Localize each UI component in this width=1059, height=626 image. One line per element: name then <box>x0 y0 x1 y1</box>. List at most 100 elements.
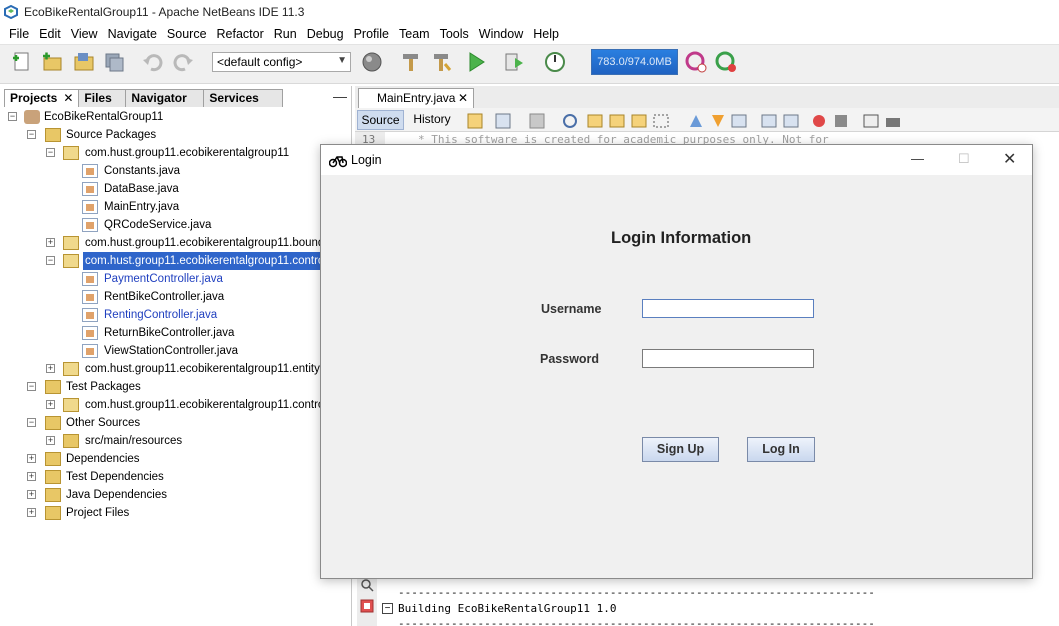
menu-help[interactable]: Help <box>528 27 564 41</box>
library-icon <box>45 452 61 466</box>
tree-item-package[interactable]: − com.hust.group11.ecobikerentalgroup11 <box>0 144 352 162</box>
tree-item-file[interactable]: Constants.java <box>0 162 352 180</box>
tree-item-file[interactable]: RentBikeController.java <box>0 288 352 306</box>
menu-refactor[interactable]: Refactor <box>212 27 269 41</box>
open-project-icon[interactable] <box>72 50 96 74</box>
save-all-icon[interactable] <box>102 50 126 74</box>
memory-indicator[interactable]: 783.0/974.0MB <box>591 49 678 75</box>
menu-navigate[interactable]: Navigate <box>103 27 162 41</box>
menu-run[interactable]: Run <box>269 27 302 41</box>
history-tab[interactable]: History <box>408 110 456 130</box>
menu-edit[interactable]: Edit <box>34 27 66 41</box>
stop-icon[interactable] <box>360 599 374 613</box>
collapse-icon[interactable]: − <box>46 256 55 265</box>
tree-item-file[interactable]: PaymentController.java <box>0 270 352 288</box>
tree-item-project[interactable]: − EcoBikeRentalGroup11 <box>0 108 352 126</box>
window-title: EcoBikeRentalGroup11 - Apache NetBeans I… <box>24 5 305 19</box>
tree-label: Project Files <box>66 507 130 519</box>
tree-item-package[interactable]: + com.hust.group11.ecobikerentalgroup11.… <box>0 396 352 414</box>
expand-icon[interactable]: + <box>46 400 55 409</box>
collapse-icon[interactable]: − <box>8 112 17 121</box>
tree-label: Java Dependencies <box>66 489 168 501</box>
username-input[interactable] <box>642 299 814 318</box>
expand-icon[interactable]: + <box>27 508 36 517</box>
tree-item-file[interactable]: MainEntry.java <box>0 198 352 216</box>
config-select[interactable]: <default config> ▼ <box>212 52 351 72</box>
tree-item-package-selected[interactable]: − com.hust.group11.ecobikerentalgroup11.… <box>0 252 352 270</box>
tree-item-test-dependencies[interactable]: + Test Dependencies <box>0 468 352 486</box>
tree-item-resources[interactable]: + src/main/resources <box>0 432 352 450</box>
stop-profiler-icon[interactable] <box>714 50 738 74</box>
java-file-icon <box>82 164 98 178</box>
tree-item-package[interactable]: + com.hust.group11.ecobikerentalgroup11.… <box>0 360 352 378</box>
maximize-icon[interactable]: ☐ <box>958 151 970 167</box>
menu-team[interactable]: Team <box>394 27 435 41</box>
tree-item-source-packages[interactable]: − Source Packages <box>0 126 352 144</box>
debug-icon[interactable] <box>503 50 527 74</box>
run-icon[interactable] <box>464 50 488 74</box>
tree-item-test-packages[interactable]: − Test Packages <box>0 378 352 396</box>
tree-item-project-files[interactable]: + Project Files <box>0 504 352 522</box>
editor-tab-mainentry[interactable]: MainEntry.java ✕ <box>358 88 474 108</box>
globe-icon[interactable] <box>360 50 384 74</box>
tree-label: ViewStationController.java <box>104 345 239 357</box>
password-input[interactable] <box>642 349 814 368</box>
tab-services[interactable]: Services <box>203 89 284 107</box>
login-dialog: Login — ☐ ✕ Login Information Username P… <box>320 144 1033 579</box>
package-icon <box>63 236 79 250</box>
tree-item-package[interactable]: + com.hust.group11.ecobikerentalgroup11.… <box>0 234 352 252</box>
search-icon[interactable] <box>360 578 374 592</box>
tab-navigator[interactable]: Navigator <box>125 89 205 107</box>
collapse-icon[interactable]: − <box>46 148 55 157</box>
gc-icon[interactable] <box>684 50 708 74</box>
menu-tools[interactable]: Tools <box>435 27 474 41</box>
menu-source[interactable]: Source <box>162 27 212 41</box>
editor-toolbar-icons[interactable] <box>466 112 906 130</box>
sign-up-button[interactable]: Sign Up <box>642 437 719 462</box>
close-icon[interactable]: ✕ <box>1003 149 1016 169</box>
tree-item-file[interactable]: DataBase.java <box>0 180 352 198</box>
expand-icon[interactable]: + <box>46 436 55 445</box>
redo-icon[interactable] <box>171 50 195 74</box>
undo-icon[interactable] <box>141 50 165 74</box>
close-icon[interactable]: ✕ <box>458 91 468 105</box>
collapse-icon[interactable]: − <box>27 130 36 139</box>
expand-icon[interactable]: + <box>27 454 36 463</box>
log-in-button[interactable]: Log In <box>747 437 815 462</box>
fold-icon[interactable]: − <box>382 603 393 614</box>
profile-icon[interactable] <box>543 50 567 74</box>
tree-item-file[interactable]: RentingController.java <box>0 306 352 324</box>
tree-item-file[interactable]: ReturnBikeController.java <box>0 324 352 342</box>
minimize-icon[interactable]: — <box>911 151 924 166</box>
menu-profile[interactable]: Profile <box>349 27 394 41</box>
menu-file[interactable]: File <box>4 27 34 41</box>
menu-debug[interactable]: Debug <box>302 27 349 41</box>
new-project-icon[interactable] <box>40 50 64 74</box>
collapse-icon[interactable]: − <box>27 418 36 427</box>
clean-build-icon[interactable] <box>430 50 454 74</box>
tab-files[interactable]: Files <box>78 89 127 107</box>
expand-icon[interactable]: + <box>46 364 55 373</box>
expand-icon[interactable]: + <box>27 472 36 481</box>
expand-icon[interactable]: + <box>46 238 55 247</box>
minimize-panel-icon[interactable]: — <box>333 88 347 104</box>
tree-item-dependencies[interactable]: + Dependencies <box>0 450 352 468</box>
tree-label: ReturnBikeController.java <box>104 327 235 339</box>
build-hammer-icon[interactable] <box>399 50 423 74</box>
expand-icon[interactable]: + <box>27 490 36 499</box>
tree-item-file[interactable]: ViewStationController.java <box>0 342 352 360</box>
close-icon[interactable]: ✕ <box>63 91 73 105</box>
project-icon <box>24 110 40 124</box>
tree-item-other-sources[interactable]: − Other Sources <box>0 414 352 432</box>
dialog-titlebar: Login — ☐ ✕ <box>321 145 1032 175</box>
source-tab[interactable]: Source <box>357 110 404 130</box>
menu-window[interactable]: Window <box>474 27 528 41</box>
tree-label: com.hust.group11.ecobikerentalgroup11 <box>85 147 290 159</box>
new-file-icon[interactable] <box>10 50 34 74</box>
collapse-icon[interactable]: − <box>27 382 36 391</box>
tree-item-file[interactable]: QRCodeService.java <box>0 216 352 234</box>
menu-view[interactable]: View <box>66 27 103 41</box>
tree-item-java-dependencies[interactable]: + Java Dependencies <box>0 486 352 504</box>
tree-label: Test Dependencies <box>66 471 164 483</box>
tab-projects[interactable]: Projects ✕ <box>4 89 80 107</box>
